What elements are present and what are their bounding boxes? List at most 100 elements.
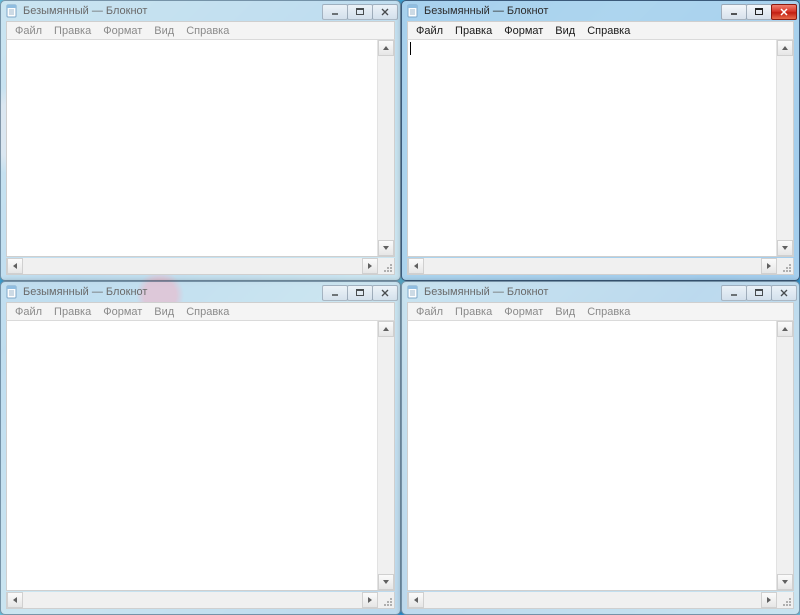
scroll-up-icon[interactable] — [378, 40, 394, 56]
scroll-down-icon[interactable] — [777, 574, 793, 590]
notepad-icon — [406, 4, 420, 18]
text-caret — [410, 42, 411, 55]
text-area[interactable] — [408, 321, 776, 590]
scroll-right-icon[interactable] — [362, 258, 378, 274]
client-area — [407, 40, 794, 257]
scroll-left-icon[interactable] — [7, 592, 23, 608]
menu-edit[interactable]: Правка — [449, 305, 498, 319]
text-area[interactable] — [7, 321, 377, 590]
menu-help[interactable]: Справка — [581, 305, 636, 319]
menu-file[interactable]: Файл — [410, 305, 449, 319]
client-area — [407, 321, 794, 591]
window-title: Безымянный — Блокнот — [424, 5, 548, 17]
window-controls — [323, 4, 398, 20]
menu-help[interactable]: Справка — [180, 305, 235, 319]
menu-help[interactable]: Справка — [581, 24, 636, 38]
maximize-button[interactable] — [347, 285, 373, 301]
scroll-track[interactable] — [424, 258, 761, 274]
text-area[interactable] — [7, 40, 377, 256]
menubar: Файл Правка Формат Вид Справка — [6, 21, 395, 40]
menu-view[interactable]: Вид — [549, 305, 581, 319]
horizontal-scrollbar[interactable] — [407, 258, 794, 275]
vertical-scrollbar[interactable] — [377, 40, 394, 256]
scroll-left-icon[interactable] — [7, 258, 23, 274]
window-title: Безымянный — Блокнот — [23, 286, 147, 298]
menu-format[interactable]: Формат — [498, 305, 549, 319]
titlebar[interactable]: Безымянный — Блокнот — [402, 1, 799, 21]
vertical-scrollbar[interactable] — [776, 321, 793, 590]
titlebar[interactable]: Безымянный — Блокнот — [1, 1, 400, 21]
notepad-icon — [5, 4, 19, 18]
menu-format[interactable]: Формат — [97, 24, 148, 38]
window-controls — [722, 285, 797, 301]
resize-grip-icon[interactable] — [777, 592, 793, 608]
notepad-window[interactable]: Безымянный — Блокнот Файл Правка Формат … — [401, 281, 800, 615]
scroll-up-icon[interactable] — [777, 40, 793, 56]
scroll-track[interactable] — [378, 56, 394, 240]
menu-edit[interactable]: Правка — [48, 305, 97, 319]
window-title: Безымянный — Блокнот — [424, 286, 548, 298]
resize-grip-icon[interactable] — [378, 592, 394, 608]
scroll-up-icon[interactable] — [378, 321, 394, 337]
menu-view[interactable]: Вид — [549, 24, 581, 38]
scroll-up-icon[interactable] — [777, 321, 793, 337]
vertical-scrollbar[interactable] — [776, 40, 793, 256]
scroll-track[interactable] — [777, 56, 793, 240]
horizontal-scrollbar[interactable] — [407, 592, 794, 609]
maximize-button[interactable] — [746, 4, 772, 20]
horizontal-scrollbar[interactable] — [6, 592, 395, 609]
menu-format[interactable]: Формат — [97, 305, 148, 319]
scroll-left-icon[interactable] — [408, 592, 424, 608]
menubar: Файл Правка Формат Вид Справка — [6, 302, 395, 321]
vertical-scrollbar[interactable] — [377, 321, 394, 590]
close-button[interactable] — [372, 285, 398, 301]
close-button[interactable] — [372, 4, 398, 20]
maximize-button[interactable] — [347, 4, 373, 20]
scroll-track[interactable] — [777, 337, 793, 574]
menu-view[interactable]: Вид — [148, 305, 180, 319]
client-area — [6, 321, 395, 591]
menubar: Файл Правка Формат Вид Справка — [407, 302, 794, 321]
notepad-window[interactable]: Безымянный — Блокнот Файл Правка Формат … — [0, 281, 401, 615]
menu-edit[interactable]: Правка — [449, 24, 498, 38]
scroll-down-icon[interactable] — [777, 240, 793, 256]
scroll-right-icon[interactable] — [362, 592, 378, 608]
menu-help[interactable]: Справка — [180, 24, 235, 38]
menubar: Файл Правка Формат Вид Справка — [407, 21, 794, 40]
close-button[interactable] — [771, 4, 797, 20]
scroll-right-icon[interactable] — [761, 592, 777, 608]
scroll-track[interactable] — [23, 592, 362, 608]
menu-format[interactable]: Формат — [498, 24, 549, 38]
notepad-window[interactable]: Безымянный — Блокнот Файл Правка Формат … — [401, 0, 800, 281]
resize-grip-icon[interactable] — [777, 258, 793, 274]
menu-file[interactable]: Файл — [9, 305, 48, 319]
close-button[interactable] — [771, 285, 797, 301]
minimize-button[interactable] — [322, 285, 348, 301]
horizontal-scrollbar[interactable] — [6, 258, 395, 275]
window-title: Безымянный — Блокнот — [23, 5, 147, 17]
titlebar[interactable]: Безымянный — Блокнот — [402, 282, 799, 302]
scroll-right-icon[interactable] — [761, 258, 777, 274]
menu-file[interactable]: Файл — [410, 24, 449, 38]
scroll-down-icon[interactable] — [378, 574, 394, 590]
minimize-button[interactable] — [721, 285, 747, 301]
window-controls — [722, 4, 797, 20]
menu-file[interactable]: Файл — [9, 24, 48, 38]
window-controls — [323, 285, 398, 301]
maximize-button[interactable] — [746, 285, 772, 301]
titlebar[interactable]: Безымянный — Блокнот — [1, 282, 400, 302]
client-area — [6, 40, 395, 257]
minimize-button[interactable] — [721, 4, 747, 20]
scroll-track[interactable] — [378, 337, 394, 574]
scroll-track[interactable] — [424, 592, 761, 608]
notepad-window[interactable]: Безымянный — Блокнот Файл Правка Формат … — [0, 0, 401, 281]
scroll-track[interactable] — [23, 258, 362, 274]
resize-grip-icon[interactable] — [378, 258, 394, 274]
scroll-down-icon[interactable] — [378, 240, 394, 256]
minimize-button[interactable] — [322, 4, 348, 20]
desktop: Безымянный — Блокнот Файл Правка Формат … — [0, 0, 800, 615]
menu-view[interactable]: Вид — [148, 24, 180, 38]
scroll-left-icon[interactable] — [408, 258, 424, 274]
text-area[interactable] — [408, 40, 776, 256]
menu-edit[interactable]: Правка — [48, 24, 97, 38]
